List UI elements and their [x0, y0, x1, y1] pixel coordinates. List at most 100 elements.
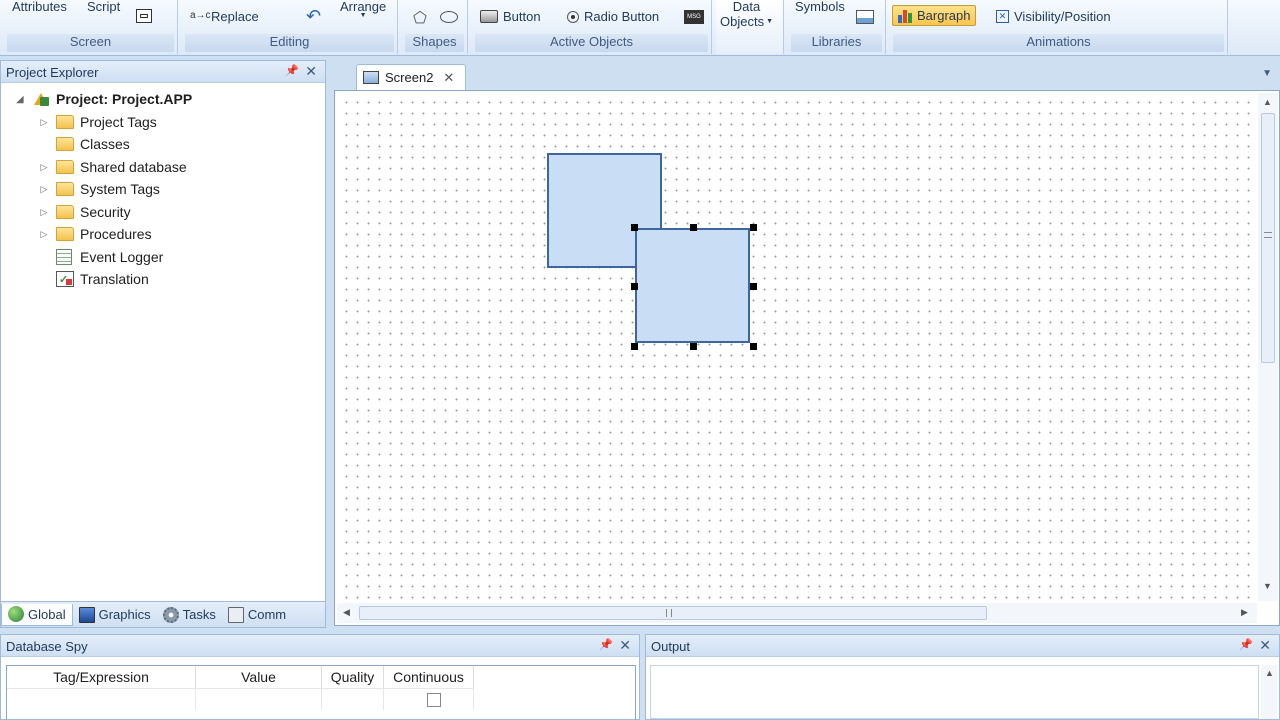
data-objects-label-2: Objects — [720, 14, 765, 29]
bargraph-button[interactable]: Bargraph — [892, 5, 977, 26]
resize-handle[interactable] — [690, 224, 697, 231]
tab-label: Global — [28, 606, 66, 622]
ribbon-group-data-objects: Data Objects ▼ — [716, 0, 784, 54]
expand-icon[interactable]: ▷ — [39, 207, 49, 218]
tree-item-security[interactable]: ▷ Security — [39, 202, 131, 222]
close-icon[interactable]: ✕ — [1259, 637, 1271, 654]
resize-handle[interactable] — [690, 343, 697, 350]
expand-icon[interactable]: ▷ — [39, 117, 49, 128]
ribbon-group-animations: Bargraph ✕ Visibility/Position Animation… — [890, 0, 1228, 54]
tab-comm[interactable]: Comm — [222, 604, 292, 626]
document-tab-bar: Screen2 ✕ ▼ — [334, 60, 1280, 90]
arrange-button[interactable]: Arrange ▼ — [340, 0, 386, 19]
attributes-button[interactable]: Attributes — [12, 0, 67, 14]
drawing-canvas[interactable] — [337, 93, 1257, 601]
tree-item-label: Security — [80, 204, 131, 220]
bargraph-label: Bargraph — [917, 8, 971, 23]
scroll-up-icon[interactable]: ▲ — [1263, 97, 1272, 107]
resize-handle[interactable] — [631, 343, 638, 350]
group-label-active-objects: Active Objects — [549, 34, 634, 49]
tab-screen2[interactable]: Screen2 ✕ — [356, 64, 466, 90]
tree-item-classes[interactable]: Classes — [39, 134, 130, 154]
button-tool[interactable]: Button — [480, 9, 541, 24]
expand-icon[interactable]: ▷ — [39, 229, 49, 240]
resize-handle[interactable] — [631, 224, 638, 231]
vertical-scrollbar[interactable]: ▲ ▼ — [1258, 93, 1278, 601]
message-object-icon[interactable]: MSG — [684, 10, 704, 24]
close-tab-icon[interactable]: ✕ — [443, 70, 454, 86]
tab-graphics[interactable]: Graphics — [73, 604, 157, 626]
close-icon[interactable]: ✕ — [305, 63, 317, 80]
symbols-button[interactable]: Symbols — [795, 0, 845, 14]
tab-global[interactable]: Global — [1, 603, 73, 626]
column-header-quality[interactable]: Quality — [322, 666, 384, 688]
folder-icon — [56, 160, 74, 174]
tree-item-project-tags[interactable]: ▷ Project Tags — [39, 112, 157, 132]
pin-icon[interactable]: 📌 — [1239, 638, 1253, 651]
expand-icon[interactable]: ▷ — [39, 184, 49, 195]
close-icon[interactable]: ✕ — [619, 637, 631, 654]
library-icon[interactable] — [856, 10, 874, 24]
output-scrollbar[interactable]: ▲ — [1261, 665, 1277, 719]
column-header-value[interactable]: Value — [196, 666, 322, 688]
screen-properties-icon[interactable] — [136, 9, 152, 23]
cell-value[interactable] — [196, 688, 322, 710]
data-objects-button[interactable]: Data Objects ▼ — [720, 0, 773, 29]
screen-icon — [363, 71, 379, 84]
undo-button[interactable]: ↶ — [306, 6, 321, 27]
scroll-right-icon[interactable]: ▶ — [1241, 607, 1248, 618]
resize-handle[interactable] — [750, 224, 757, 231]
cell-quality[interactable] — [322, 688, 384, 710]
radio-button-tool[interactable]: Radio Button — [567, 9, 659, 24]
project-icon — [32, 91, 50, 107]
pin-icon[interactable]: 📌 — [285, 64, 299, 77]
script-button[interactable]: Script — [87, 0, 120, 14]
explorer-tab-bar: Global Graphics Tasks Comm — [1, 601, 325, 627]
project-explorer-header: Project Explorer 📌 ✕ — [1, 61, 325, 83]
tree-item-event-logger[interactable]: Event Logger — [39, 247, 163, 267]
chevron-down-icon: ▼ — [359, 12, 367, 19]
tab-tasks[interactable]: Tasks — [157, 604, 222, 626]
polygon-icon[interactable]: ⬠ — [413, 8, 427, 28]
group-label-animations: Animations — [1026, 34, 1091, 49]
tree-item-label: Procedures — [80, 226, 152, 242]
replace-button[interactable]: a→c Replace — [190, 9, 259, 24]
tree-root[interactable]: ◢ Project: Project.APP — [15, 89, 193, 109]
tree-item-translation[interactable]: ✓ Translation — [39, 269, 149, 289]
visibility-position-label: Visibility/Position — [1014, 9, 1111, 24]
resize-handle[interactable] — [750, 283, 757, 290]
collapse-icon[interactable]: ◢ — [15, 94, 25, 105]
tree-item-procedures[interactable]: ▷ Procedures — [39, 224, 152, 244]
ellipse-icon[interactable] — [440, 11, 458, 23]
cell-tag-expression[interactable] — [7, 688, 196, 710]
radio-button-tool-label: Radio Button — [584, 9, 660, 24]
visibility-position-button[interactable]: ✕ Visibility/Position — [996, 9, 1111, 24]
folder-icon — [56, 137, 74, 151]
document-list-dropdown[interactable]: ▼ — [1262, 68, 1272, 79]
resize-handle[interactable] — [631, 283, 638, 290]
translation-icon: ✓ — [56, 271, 74, 287]
tree-item-shared-database[interactable]: ▷ Shared database — [39, 157, 187, 177]
tab-screen2-label: Screen2 — [385, 70, 434, 85]
scroll-thumb[interactable] — [359, 606, 987, 620]
globe-icon — [8, 606, 24, 622]
expand-icon[interactable]: ▷ — [39, 162, 49, 173]
continuous-checkbox[interactable] — [427, 693, 441, 707]
data-objects-label-1: Data — [732, 0, 761, 14]
horizontal-scrollbar[interactable]: ◀ ▶ — [337, 603, 1257, 623]
pin-icon[interactable]: 📌 — [599, 638, 613, 651]
column-header-continuous[interactable]: Continuous — [384, 666, 474, 688]
tree-item-system-tags[interactable]: ▷ System Tags — [39, 179, 160, 199]
bargraph-icon — [898, 9, 912, 23]
scroll-down-icon[interactable]: ▼ — [1263, 581, 1272, 591]
group-label-editing: Editing — [269, 34, 310, 49]
rectangle-shape-selected[interactable] — [635, 228, 750, 343]
ribbon-group-libraries: Symbols Libraries — [788, 0, 886, 54]
scroll-left-icon[interactable]: ◀ — [343, 607, 350, 618]
cell-continuous — [384, 688, 474, 710]
output-header: Output 📌 ✕ — [646, 635, 1279, 657]
scroll-thumb[interactable] — [1261, 113, 1275, 363]
resize-handle[interactable] — [750, 343, 757, 350]
column-header-tag-expression[interactable]: Tag/Expression — [7, 666, 196, 688]
scroll-up-icon[interactable]: ▲ — [1265, 668, 1274, 678]
